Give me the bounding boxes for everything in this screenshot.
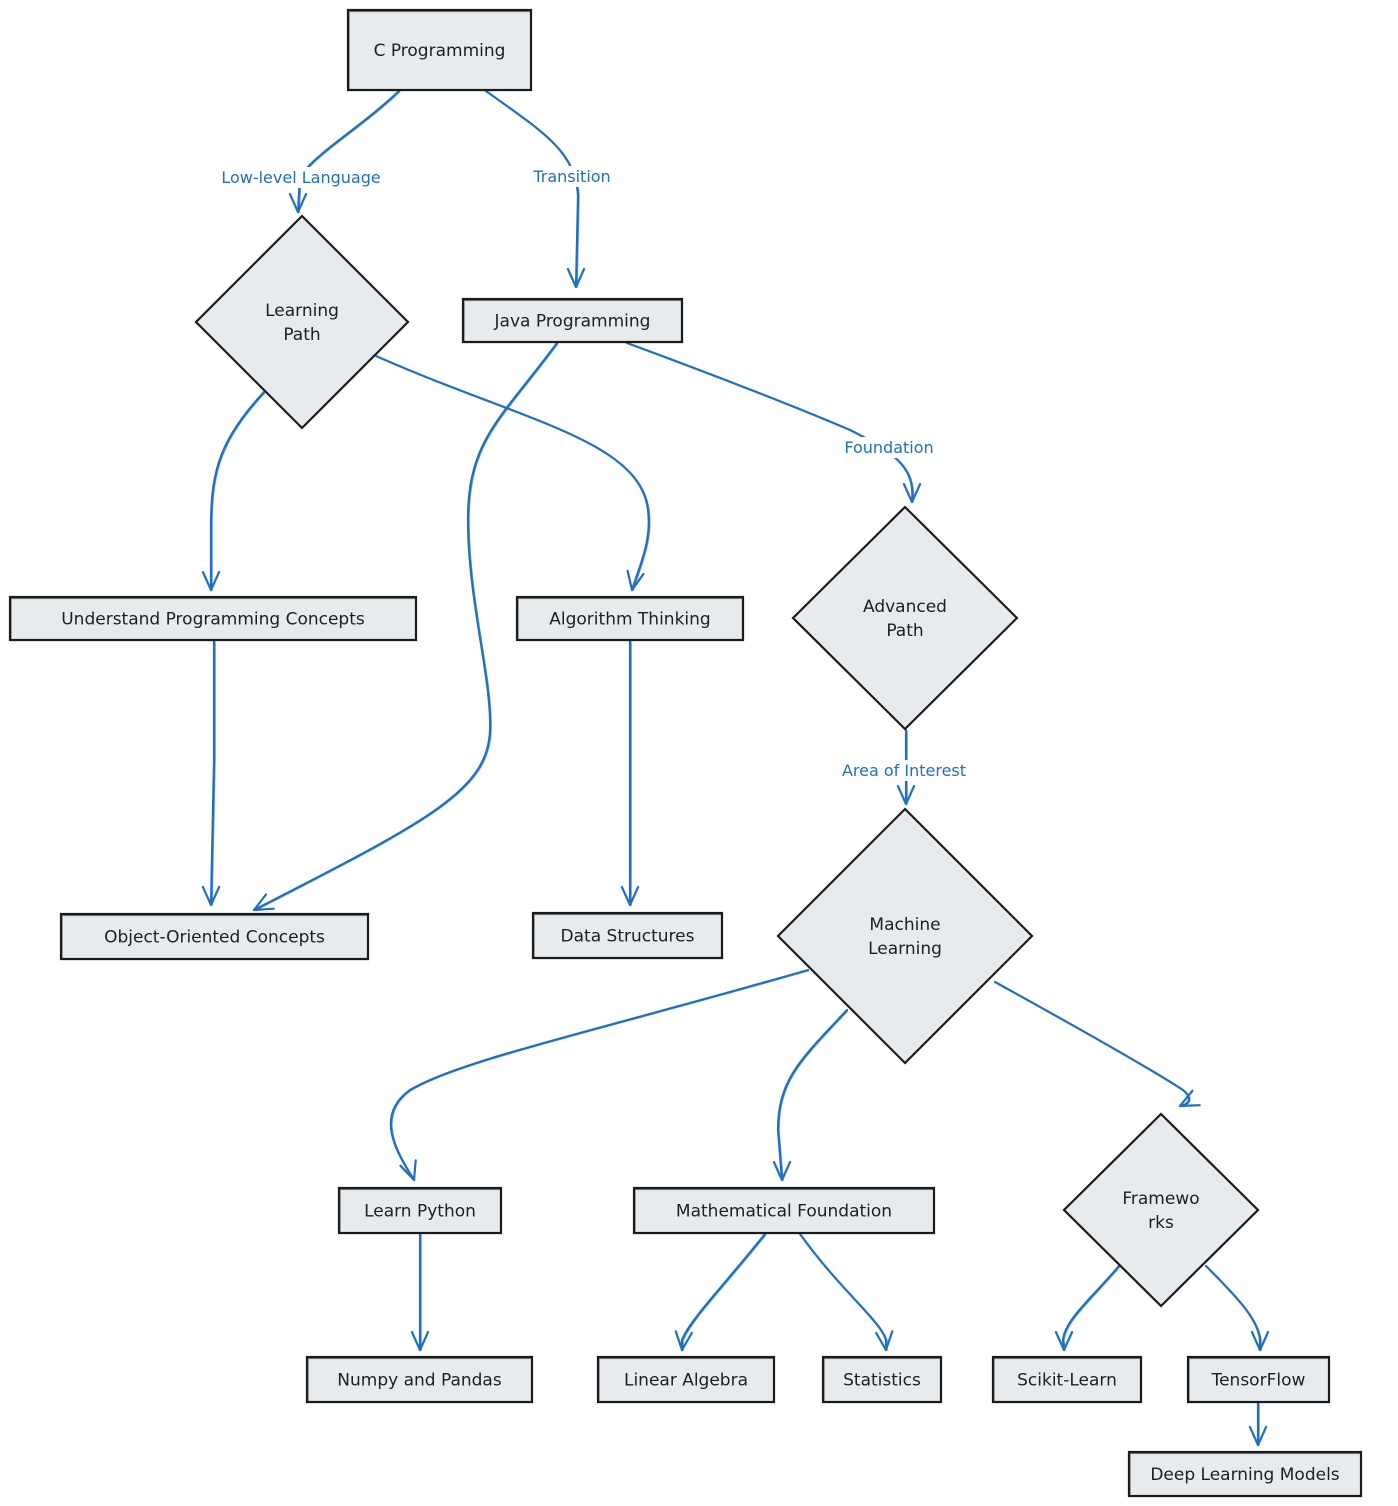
node-oop-concepts[interactable]: Object-Oriented Concepts xyxy=(59,912,370,961)
node-learning-path[interactable]: Learning Path xyxy=(194,214,410,430)
edge-math-foundation-to-statistics[interactable] xyxy=(798,1232,894,1352)
node-math-foundation[interactable]: Mathematical Foundation xyxy=(632,1186,936,1235)
node-label: Statistics xyxy=(843,1371,921,1391)
edge-frameworks-to-tensorflow[interactable] xyxy=(1204,1264,1270,1352)
node-linear-algebra[interactable]: Linear Algebra xyxy=(596,1355,776,1404)
node-label: Object-Oriented Concepts xyxy=(104,928,325,948)
decision-diamond xyxy=(194,214,410,430)
edge-line xyxy=(389,968,810,1182)
node-algorithm-thinking[interactable]: Algorithm Thinking xyxy=(515,595,745,642)
edge-learning-path-to-understand-concepts[interactable] xyxy=(201,390,266,592)
edge-understand-concepts-to-oop-concepts[interactable] xyxy=(201,639,221,907)
node-label: Numpy and Pandas xyxy=(337,1371,502,1391)
node-learn-python[interactable]: Learn Python xyxy=(337,1186,503,1235)
edge-label-area-of-interest: Area of Interest xyxy=(838,760,970,781)
edge-line xyxy=(296,89,401,214)
edge-tensorflow-to-deep-learning-models[interactable] xyxy=(1248,1401,1268,1447)
edge-line xyxy=(1204,1264,1262,1352)
node-data-structures[interactable]: Data Structures xyxy=(531,911,724,960)
node-tensorflow[interactable]: TensorFlow xyxy=(1186,1355,1331,1404)
edge-machine-learning-to-math-foundation[interactable] xyxy=(772,1008,849,1182)
decision-diamond xyxy=(791,505,1019,731)
node-label: Learn Python xyxy=(364,1202,476,1222)
node-label: Deep Learning Models xyxy=(1150,1465,1339,1485)
edge-c-programming-to-learning-path[interactable] xyxy=(288,89,401,214)
edge-frameworks-to-scikit-learn[interactable] xyxy=(1054,1264,1121,1352)
node-c-programming[interactable]: C Programming xyxy=(346,8,533,92)
edge-line xyxy=(1061,1264,1121,1352)
edge-line xyxy=(374,354,650,592)
edge-math-foundation-to-linear-algebra[interactable] xyxy=(674,1232,767,1352)
node-label: C Programming xyxy=(374,41,506,61)
edge-line xyxy=(209,390,266,592)
node-statistics[interactable]: Statistics xyxy=(821,1355,943,1404)
node-label: TensorFlow xyxy=(1211,1371,1306,1391)
edge-learn-python-to-numpy-pandas[interactable] xyxy=(410,1232,430,1352)
node-label: Path xyxy=(886,621,923,641)
edge-line-sketch xyxy=(778,1010,849,1181)
edge-line xyxy=(625,341,914,504)
node-label: Java Programming xyxy=(494,312,651,332)
node-scikit-learn[interactable]: Scikit-Learn xyxy=(991,1355,1143,1404)
edge-label-text: Area of Interest xyxy=(842,761,966,780)
node-label: Framewo xyxy=(1122,1189,1199,1209)
node-label: rks xyxy=(1148,1213,1174,1233)
node-label: Machine xyxy=(869,915,940,935)
node-understand-concepts[interactable]: Understand Programming Concepts xyxy=(8,595,418,642)
edge-line-sketch xyxy=(995,982,1191,1108)
node-numpy-pandas[interactable]: Numpy and Pandas xyxy=(305,1355,534,1404)
node-label: Advanced xyxy=(863,597,947,617)
node-label: Mathematical Foundation xyxy=(676,1202,892,1222)
edge-line xyxy=(993,980,1190,1108)
edge-line-sketch xyxy=(682,1234,767,1351)
edge-line xyxy=(798,1232,888,1352)
edge-line-sketch xyxy=(1206,1266,1262,1351)
edge-line-sketch xyxy=(376,356,651,591)
edge-label-foundation: Foundation xyxy=(841,437,937,458)
edge-line-sketch xyxy=(800,1234,888,1351)
node-label: Scikit-Learn xyxy=(1017,1371,1117,1391)
nodes-layer: C Programming Learning Path Java Programmin… xyxy=(8,8,1363,1498)
edge-line-sketch xyxy=(391,970,810,1181)
edge-learning-path-to-algorithm-thinking[interactable] xyxy=(374,354,651,592)
node-deep-learning-models[interactable]: Deep Learning Models xyxy=(1127,1450,1363,1498)
node-label: Learning xyxy=(265,301,339,321)
node-label: Linear Algebra xyxy=(624,1371,748,1391)
node-machine-learning[interactable]: Machine Learning xyxy=(776,807,1034,1065)
edge-label-text: Transition xyxy=(532,167,610,186)
decision-diamond xyxy=(1062,1112,1260,1308)
edge-line-sketch xyxy=(628,343,915,503)
edge-label-text: Foundation xyxy=(844,438,933,457)
node-label: Learning xyxy=(868,939,942,959)
node-frameworks[interactable]: Framewo rks xyxy=(1062,1112,1260,1308)
edge-machine-learning-to-frameworks[interactable] xyxy=(993,980,1201,1108)
edge-machine-learning-to-learn-python[interactable] xyxy=(389,968,810,1182)
edge-label-transition: Transition xyxy=(529,166,614,187)
edge-java-programming-to-advanced-path[interactable] xyxy=(625,341,922,504)
edge-c-programming-to-java-programming[interactable] xyxy=(484,89,586,289)
edge-line-sketch xyxy=(298,91,401,213)
edge-line xyxy=(776,1008,849,1182)
edge-line-sketch xyxy=(1063,1266,1121,1351)
node-label: Understand Programming Concepts xyxy=(61,610,365,630)
node-java-programming[interactable]: Java Programming xyxy=(461,297,684,344)
edge-label-text: Low-level Language xyxy=(221,168,380,187)
edge-line-sketch xyxy=(486,91,580,288)
node-advanced-path[interactable]: Advanced Path xyxy=(791,505,1019,731)
node-label: Algorithm Thinking xyxy=(549,610,710,630)
node-label: Path xyxy=(283,325,320,345)
node-label: Data Structures xyxy=(561,927,695,947)
edge-label-low-level-language: Low-level Language xyxy=(218,167,384,188)
decision-diamond xyxy=(776,807,1034,1065)
flowchart-canvas: C Programming Learning Path Java Programmin… xyxy=(8,8,1363,1498)
edge-line xyxy=(484,89,580,289)
edge-algorithm-thinking-to-data-structures[interactable] xyxy=(620,639,640,907)
